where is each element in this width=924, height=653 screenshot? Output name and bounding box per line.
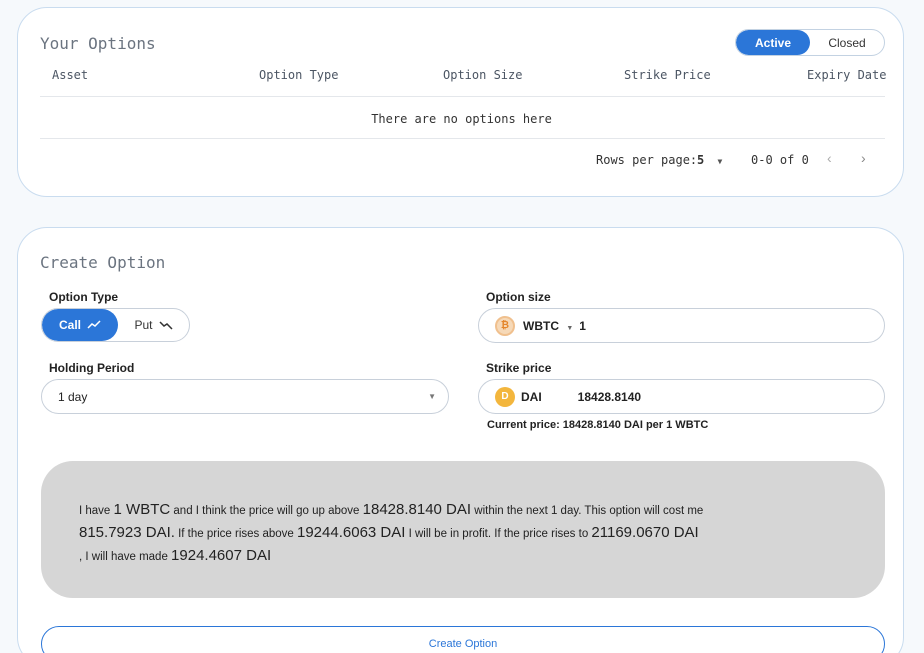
rows-per-page-value: 5 xyxy=(697,153,705,167)
summary-text-2: and I think the price will go up above xyxy=(170,505,363,517)
put-button[interactable]: Put xyxy=(118,309,189,341)
column-header-asset[interactable]: Asset xyxy=(52,68,88,82)
page-range: 0-0 of 0 xyxy=(751,153,809,167)
your-options-title: Your Options xyxy=(40,34,156,53)
option-type-label: Option Type xyxy=(49,290,119,304)
option-size-value[interactable]: 1 xyxy=(579,319,586,333)
dropdown-caret-icon: ▼ xyxy=(428,392,436,401)
summary-value-breakeven: 19244.6063 DAI xyxy=(297,524,406,541)
column-header-strike-price[interactable]: Strike Price xyxy=(624,68,711,82)
closed-toggle-button[interactable]: Closed xyxy=(810,30,884,55)
rows-per-page-label: Rows per page: xyxy=(596,153,698,167)
summary-text-3: within the next 1 day. This option will … xyxy=(471,505,704,517)
call-button[interactable]: Call xyxy=(42,309,118,341)
active-toggle-button[interactable]: Active xyxy=(736,30,810,55)
bitcoin-icon: ₿ xyxy=(495,315,515,336)
strike-price-label: Strike price xyxy=(486,361,552,375)
strike-price-field[interactable]: D DAI 18428.8140 xyxy=(478,379,885,414)
trending-down-icon xyxy=(158,321,173,330)
call-label: Call xyxy=(58,318,81,332)
asset-value: WBTC xyxy=(523,318,559,333)
next-page-icon[interactable]: › xyxy=(861,150,866,166)
summary-value-profit: 1924.4607 DAI xyxy=(171,547,272,564)
summary-value-strike: 18428.8140 DAI xyxy=(362,501,472,518)
active-closed-toggle: Active Closed xyxy=(735,29,885,56)
create-option-button[interactable]: Create Option xyxy=(41,626,885,653)
option-size-label: Option size xyxy=(486,290,551,304)
rows-per-page-select[interactable]: 5 ▼ xyxy=(697,153,722,167)
current-price-text: Current price: 18428.8140 DAI per 1 WBTC xyxy=(487,419,709,431)
put-label: Put xyxy=(134,318,153,332)
summary-text-6: , I will have made xyxy=(79,551,172,563)
create-option-card: Create Option Option Type Call Put Holdi… xyxy=(17,227,904,653)
asset-select[interactable]: WBTC ▼ xyxy=(523,319,573,333)
strike-asset: DAI xyxy=(521,389,542,404)
column-header-option-size[interactable]: Option Size xyxy=(443,68,522,82)
summary-value-target: 21169.0670 DAI xyxy=(591,524,699,541)
summary-text-5: I will be in profit. If the price rises … xyxy=(405,528,592,540)
summary-value-cost: 815.7923 DAI. xyxy=(79,524,175,541)
dropdown-caret-icon: ▼ xyxy=(566,324,574,332)
empty-table-message: There are no options here xyxy=(371,112,552,126)
summary-text-4: If the price rises above xyxy=(174,528,297,540)
previous-page-icon[interactable]: ‹ xyxy=(827,150,832,166)
holding-period-select[interactable]: 1 day ▼ xyxy=(41,379,449,414)
dropdown-caret-icon: ▼ xyxy=(717,157,723,166)
table-footer-divider xyxy=(40,138,885,139)
trending-up-icon xyxy=(87,320,101,329)
summary-value-size: 1 WBTC xyxy=(113,501,171,518)
summary-text-1: I have xyxy=(79,505,114,517)
your-options-card: Your Options Active Closed Asset Option … xyxy=(17,7,904,197)
create-option-title: Create Option xyxy=(40,253,166,272)
option-type-selector: Call Put xyxy=(41,308,190,342)
strike-price-value[interactable]: 18428.8140 xyxy=(578,390,641,404)
dai-icon: D xyxy=(495,386,515,407)
table-header-divider xyxy=(40,96,885,97)
holding-period-value: 1 day xyxy=(58,389,88,404)
column-header-expiry-date[interactable]: Expiry Date xyxy=(807,68,886,82)
option-summary: I have 1 WBTC and I think the price will… xyxy=(41,461,885,598)
column-header-option-type[interactable]: Option Type xyxy=(259,68,338,82)
holding-period-label: Holding Period xyxy=(49,361,135,375)
option-size-field[interactable]: ₿ WBTC ▼ 1 xyxy=(478,308,885,343)
